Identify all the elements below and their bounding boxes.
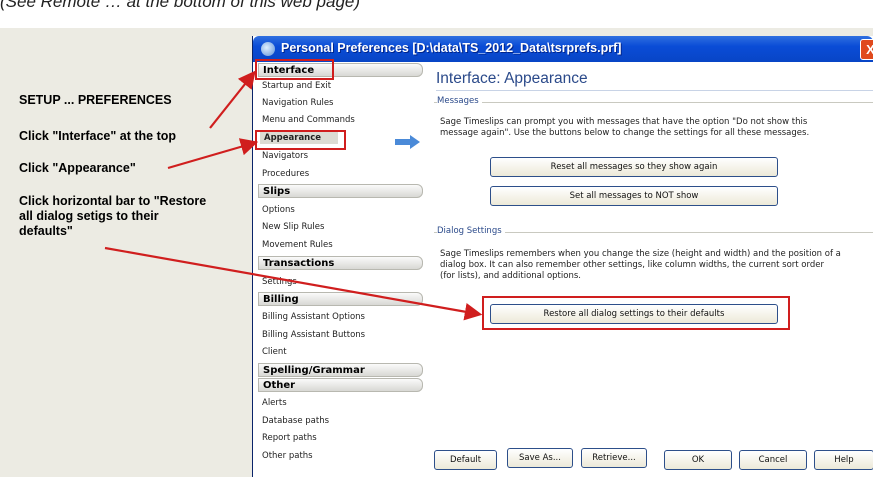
arrow-to-appearance — [167, 138, 259, 170]
arrow-to-restore — [104, 246, 483, 321]
blue-pointer-icon — [395, 135, 420, 149]
annotation-arrows — [104, 70, 483, 321]
arrow-to-interface — [209, 70, 256, 129]
tutorial-slide: (See Remote … at the bottom of this web … — [0, 0, 873, 477]
